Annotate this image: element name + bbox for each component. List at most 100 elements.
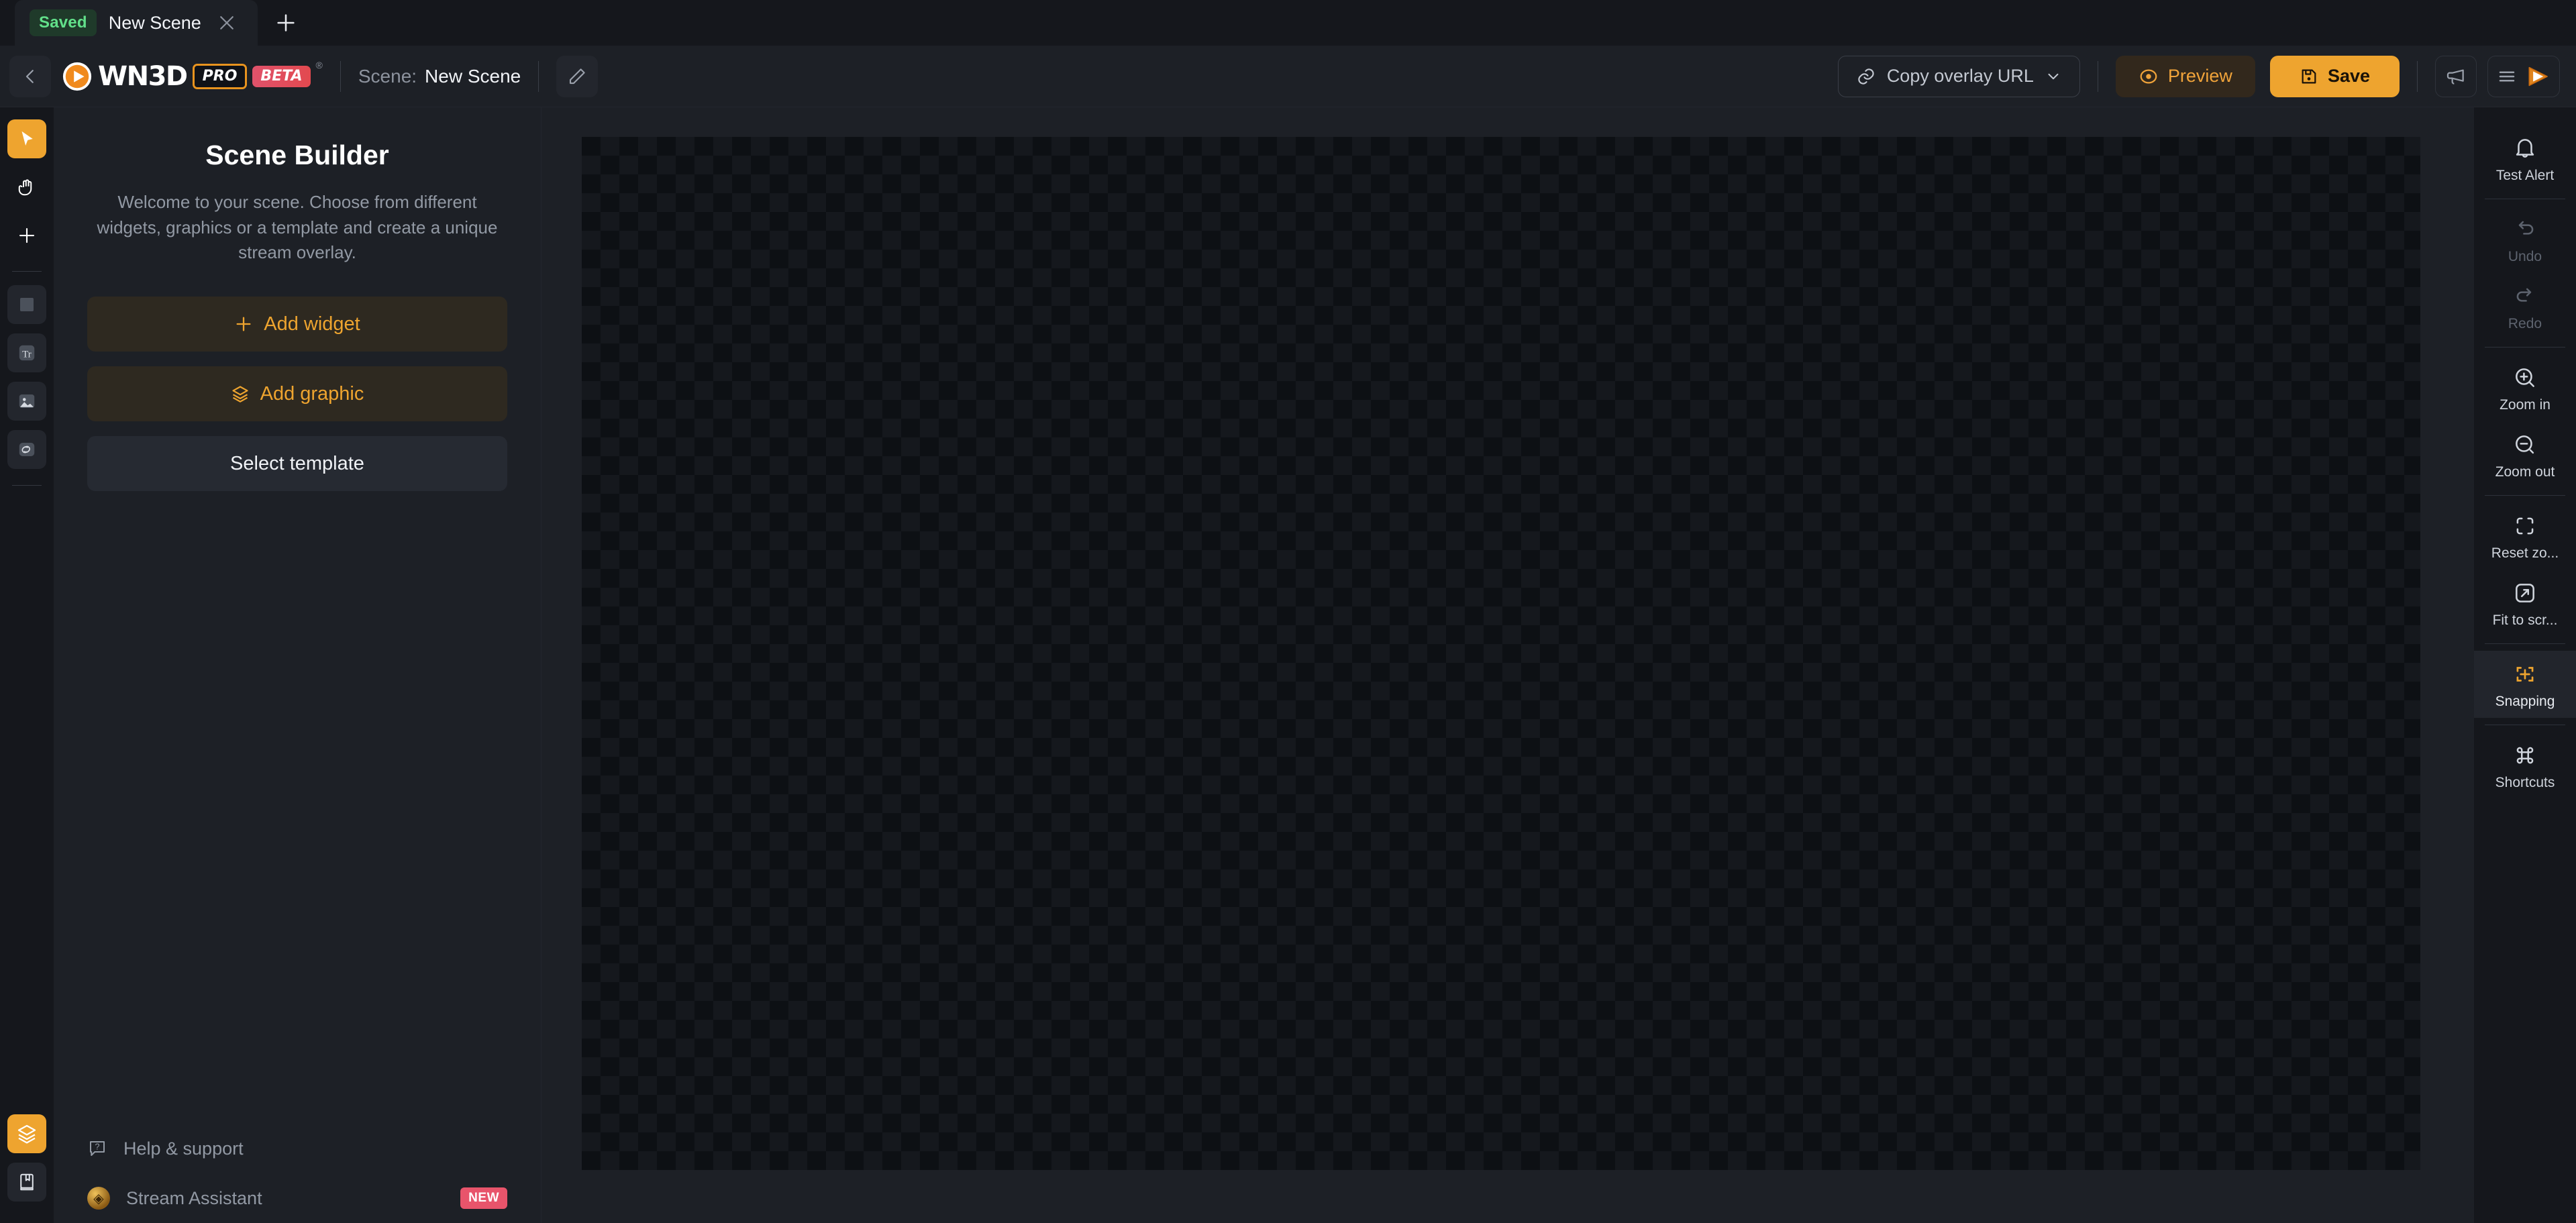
canvas-area[interactable]: [542, 107, 2474, 1223]
undo-button[interactable]: Undo: [2474, 206, 2576, 273]
copy-overlay-url-button[interactable]: Copy overlay URL: [1837, 55, 2080, 97]
fit-to-screen-label: Fit to scr...: [2492, 613, 2558, 628]
announcements-button[interactable]: [2435, 55, 2477, 97]
undo-label: Undo: [2508, 249, 2542, 264]
image-tool-button[interactable]: [7, 382, 46, 421]
zoom-out-button[interactable]: Zoom out: [2474, 421, 2576, 488]
add-graphic-label: Add graphic: [260, 382, 364, 405]
preview-button[interactable]: Preview: [2115, 55, 2255, 97]
select-template-button[interactable]: Select template: [87, 436, 507, 492]
chevron-down-icon: [2048, 73, 2059, 79]
reset-zoom-label: Reset zo...: [2491, 545, 2559, 561]
scene-builder-panel: Scene Builder Welcome to your scene. Cho…: [54, 107, 542, 1223]
rail-divider-1: [12, 271, 42, 272]
help-and-support-item[interactable]: ? Help & support: [87, 1124, 507, 1173]
stream-assistant-item[interactable]: ◈ Stream Assistant NEW: [87, 1173, 507, 1223]
fit-screen-icon: [2516, 584, 2534, 602]
tab-title: New Scene: [108, 12, 201, 33]
shortcuts-button[interactable]: Shortcuts: [2474, 732, 2576, 799]
copy-overlay-url-label: Copy overlay URL: [1886, 66, 2034, 86]
zoom-out-label: Zoom out: [2495, 464, 2555, 480]
test-alert-button[interactable]: Test Alert: [2474, 125, 2576, 192]
edit-scene-name-button[interactable]: [556, 55, 599, 97]
layers-icon: [17, 1124, 36, 1144]
save-label: Save: [2327, 66, 2370, 86]
app-header: WN3D PRO BETA ® Scene: New Scene Copy ov…: [0, 46, 2576, 107]
save-button[interactable]: Save: [2269, 55, 2400, 97]
add-element-button[interactable]: [7, 216, 46, 255]
plus-icon: [236, 317, 251, 331]
link-tool-button[interactable]: [7, 430, 46, 469]
close-icon[interactable]: [213, 9, 240, 36]
image-icon: [19, 394, 35, 408]
select-template-label: Select template: [230, 452, 364, 474]
test-alert-label: Test Alert: [2495, 168, 2555, 183]
brand-pill-beta: BETA: [252, 65, 311, 87]
zoom-in-label: Zoom in: [2500, 397, 2551, 413]
snapping-label: Snapping: [2495, 694, 2555, 709]
redo-label: Redo: [2508, 316, 2542, 331]
cursor-arrow-icon: [21, 131, 33, 146]
scene-name: New Scene: [425, 65, 521, 87]
header-divider-4: [2417, 60, 2418, 92]
command-key-icon: [2516, 747, 2534, 764]
link-icon: [1858, 68, 1874, 85]
header-divider-2: [538, 60, 539, 92]
tab-saved-badge: Saved: [30, 9, 97, 36]
link-icon: [19, 443, 35, 456]
brand-logo[interactable]: WN3D PRO BETA ®: [62, 59, 323, 92]
tab-new-scene[interactable]: Saved New Scene: [15, 0, 258, 46]
brand-pill-pro: PRO: [192, 63, 248, 89]
page-title: Scene Builder: [205, 140, 389, 170]
registered-mark: ®: [315, 59, 323, 70]
panel-footer: ? Help & support ◈ Stream Assistant NEW: [87, 1124, 507, 1223]
own3d-play-mark-icon: [62, 62, 92, 91]
right-rail-divider-4: [2485, 643, 2565, 644]
shape-tool-button[interactable]: [7, 285, 46, 324]
snapping-toggle[interactable]: Snapping: [2474, 651, 2576, 718]
app-body: Tr Scene Builder Welcome to your scene. …: [0, 107, 2576, 1223]
add-widget-button[interactable]: Add widget: [87, 297, 507, 352]
add-widget-label: Add widget: [264, 313, 360, 335]
help-and-support-label: Help & support: [123, 1138, 244, 1159]
text-tool-button[interactable]: Tr: [7, 333, 46, 372]
hand-icon: [18, 179, 32, 196]
overlay-canvas[interactable]: [582, 137, 2420, 1170]
scene-label: Scene:: [358, 65, 417, 87]
library-panel-button[interactable]: [7, 1163, 46, 1202]
snapping-icon: [2516, 667, 2534, 682]
left-tool-rail: Tr: [0, 107, 54, 1223]
reset-zoom-button[interactable]: Reset zo...: [2474, 502, 2576, 570]
panel-description: Welcome to your scene. Choose from diffe…: [97, 192, 498, 263]
book-icon: [20, 1173, 34, 1191]
back-button[interactable]: [9, 55, 51, 97]
bell-icon: [2516, 139, 2534, 158]
select-tool-button[interactable]: [7, 119, 46, 158]
stream-assistant-label: Stream Assistant: [126, 1187, 262, 1208]
coin-icon: ◈: [87, 1187, 110, 1210]
svg-text:?: ?: [95, 1142, 100, 1151]
svg-text:Tr: Tr: [22, 349, 32, 360]
layers-panel-button[interactable]: [7, 1114, 46, 1153]
header-divider-1: [340, 60, 341, 92]
add-graphic-button[interactable]: Add graphic: [87, 366, 507, 422]
right-rail-divider-3: [2485, 495, 2565, 496]
shortcuts-label: Shortcuts: [2495, 775, 2555, 790]
redo-button[interactable]: Redo: [2474, 273, 2576, 340]
pencil-icon: [570, 68, 585, 84]
zoom-in-button[interactable]: Zoom in: [2474, 354, 2576, 421]
pan-tool-button[interactable]: [7, 168, 46, 207]
fit-to-screen-button[interactable]: Fit to scr...: [2474, 570, 2576, 637]
eye-icon: [2140, 69, 2157, 83]
hamburger-menu-icon: [2499, 71, 2515, 81]
panel-spacer: [87, 506, 507, 1124]
tab-bar: Saved New Scene: [0, 0, 2576, 46]
new-badge: NEW: [460, 1187, 507, 1209]
plus-icon: [277, 14, 295, 32]
right-tool-rail: Test Alert Undo Redo Zoom in Zoom out Re…: [2474, 107, 2576, 1223]
magnifier-plus-icon: [2516, 368, 2534, 387]
own3d-play-mark-icon: [2528, 66, 2548, 86]
redo-arrow-icon: [2516, 288, 2532, 302]
account-menu-button[interactable]: [2487, 55, 2560, 97]
add-tab-button[interactable]: [258, 0, 314, 46]
